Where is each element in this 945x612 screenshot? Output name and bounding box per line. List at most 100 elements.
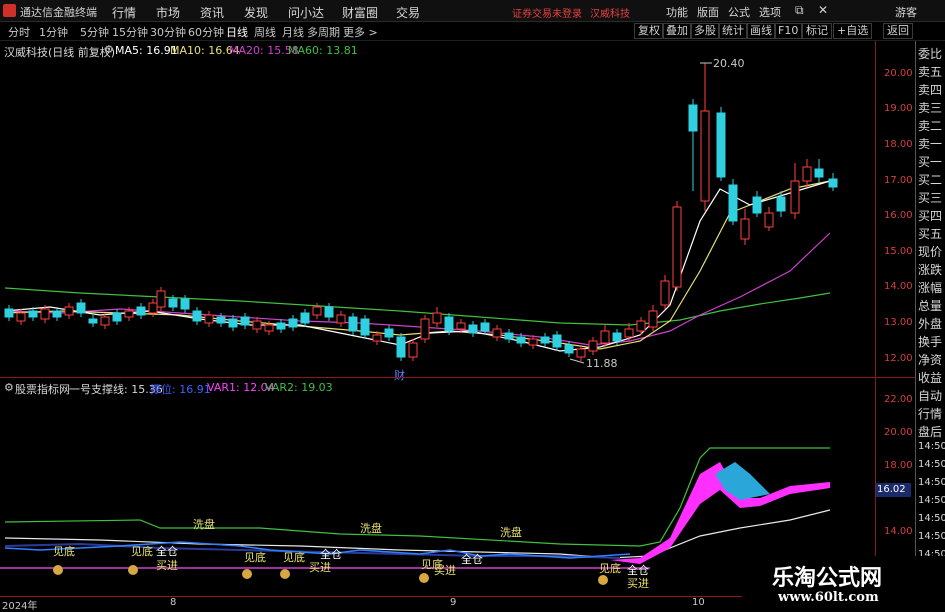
period-daily[interactable]: 日线	[226, 24, 248, 40]
candle-body	[752, 196, 762, 214]
side-item: 卖四	[918, 83, 943, 97]
menu-market[interactable]: 市场	[156, 4, 180, 21]
candle-body	[516, 336, 526, 344]
candle-body	[348, 316, 358, 332]
period-more[interactable]: 更多 >	[343, 24, 378, 40]
watermark-url: www.60lt.com	[778, 590, 879, 605]
period-toolbar: 分时 1分钟 5分钟 15分钟 30分钟 60分钟 日线 周线 月线 多周期 更…	[0, 22, 945, 41]
candle-body	[776, 196, 786, 212]
stats-button[interactable]: 统计	[718, 23, 748, 39]
layout-button[interactable]: 版面	[697, 4, 719, 20]
login-hint[interactable]: 证券交易未登录	[512, 5, 582, 20]
candle-body	[492, 328, 502, 338]
period-monthly[interactable]: 月线	[282, 24, 304, 40]
support-line	[4, 509, 831, 559]
blue-band	[715, 462, 770, 500]
candle-body	[4, 308, 14, 318]
stock-hint[interactable]: 汉威科技	[590, 5, 630, 20]
trade-time: 14:50	[918, 513, 945, 524]
restore-icon[interactable]: ⧉	[795, 3, 804, 18]
candle-body	[456, 322, 466, 330]
back-button[interactable]: 返回	[883, 23, 913, 39]
side-item: 换手	[918, 335, 943, 349]
close-icon[interactable]: ✕	[818, 3, 828, 17]
side-tab-quotes[interactable]: 行情	[918, 405, 942, 422]
candle-body	[312, 306, 322, 316]
signal-jiandi: 见底	[244, 551, 266, 564]
date-label: 8	[170, 597, 177, 608]
options-button[interactable]: 选项	[759, 4, 781, 20]
candle-body	[814, 168, 824, 178]
period-30min[interactable]: 30分钟	[150, 24, 186, 40]
menu-trade[interactable]: 交易	[396, 4, 420, 21]
menu-discover[interactable]: 发现	[244, 4, 268, 21]
site-watermark: 乐淘公式网 www.60lt.com	[742, 556, 945, 609]
candle-body	[420, 318, 430, 340]
menu-news[interactable]: 资讯	[200, 4, 224, 21]
overlay-button[interactable]: 叠加	[662, 23, 692, 39]
side-item: 外盘	[918, 317, 943, 331]
candle-body	[88, 318, 98, 324]
period-multi[interactable]: 多周期	[307, 24, 340, 40]
adjust-button[interactable]: 复权	[634, 23, 664, 39]
candle-body	[156, 290, 166, 308]
candle-body	[336, 314, 346, 324]
candle-body	[168, 298, 178, 308]
f10-button[interactable]: F10	[774, 23, 803, 39]
candle-body	[396, 336, 406, 358]
period-1min[interactable]: 1分钟	[39, 24, 68, 40]
signal-jiandi: 见底	[283, 551, 305, 564]
trade-time: 14:50	[918, 459, 945, 470]
period-60min[interactable]: 60分钟	[188, 24, 224, 40]
period-intraday[interactable]: 分时	[8, 24, 30, 40]
candle-body	[324, 306, 334, 318]
candle-body	[588, 340, 598, 352]
mark-button[interactable]: 标记	[802, 23, 832, 39]
guest-label[interactable]: 游客	[895, 4, 917, 20]
multi-stock-button[interactable]: 多股	[690, 23, 720, 39]
candle-body	[372, 334, 382, 342]
trade-time: 14:50	[918, 531, 945, 542]
side-item: 净资	[918, 353, 943, 367]
ma10-line	[4, 180, 831, 350]
candle-body	[100, 316, 110, 326]
candle-body	[672, 206, 682, 288]
candle-body	[660, 280, 670, 306]
side-item: 买三	[918, 191, 943, 205]
side-tab-afterhours[interactable]: 盘后	[918, 423, 942, 440]
function-button[interactable]: 功能	[666, 4, 688, 20]
menu-wealth[interactable]: 财富圈	[342, 4, 378, 21]
candle-body	[276, 322, 286, 330]
trade-time: 14:50	[918, 477, 945, 488]
side-item: 收益	[918, 371, 943, 385]
current-value-tag: 16.02	[875, 483, 911, 497]
candle-body	[384, 328, 394, 338]
signal-jiandi: 见底	[131, 545, 153, 558]
date-label: 2024年	[2, 601, 38, 612]
period-15min[interactable]: 15分钟	[112, 24, 148, 40]
date-label: 9	[450, 597, 457, 608]
candle-body	[264, 324, 274, 332]
side-tab-auto[interactable]: 自动	[918, 387, 942, 404]
candle-body	[564, 344, 574, 354]
side-item: 买二	[918, 173, 943, 187]
draw-button[interactable]: 画线	[746, 23, 776, 39]
period-weekly[interactable]: 周线	[254, 24, 276, 40]
menu-ask[interactable]: 问小达	[288, 4, 324, 21]
axis-divider	[875, 41, 876, 596]
kline-chart[interactable]: 汉威科技(日线 前复权) ⚙ MA5: 16.91 MA10: 16.64 MA…	[0, 41, 913, 382]
period-5min[interactable]: 5分钟	[80, 24, 109, 40]
formula-button[interactable]: 公式	[728, 4, 750, 20]
candle-body	[16, 312, 26, 322]
signal-mairu: 买进	[309, 561, 331, 574]
side-item: 卖一	[918, 137, 943, 151]
price-tick: 17.00	[884, 175, 913, 186]
candle-body	[624, 328, 634, 338]
menu-quotes[interactable]: 行情	[112, 4, 136, 21]
side-item: 涨跌	[918, 263, 943, 277]
watchlist-button[interactable]: +自选	[833, 23, 873, 39]
side-item[interactable]: 委比	[918, 45, 942, 62]
candle-body	[636, 320, 646, 332]
price-tick: 13.00	[884, 317, 913, 328]
signal-quancang: 全仓	[461, 553, 483, 566]
